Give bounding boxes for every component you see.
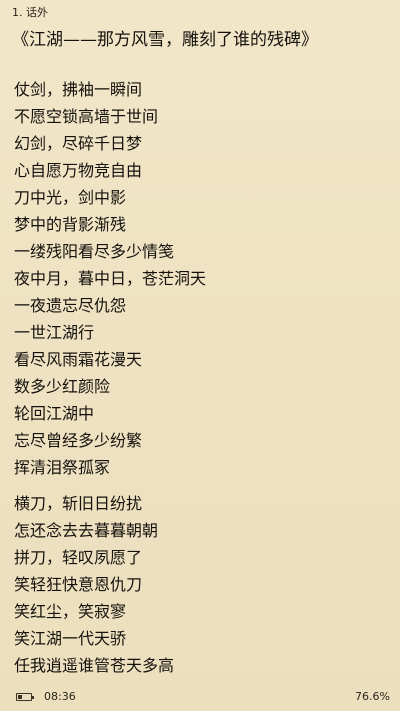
reading-progress: 76.6% xyxy=(355,690,390,703)
text-line: 笑轻狂快意恩仇刀 xyxy=(14,575,143,594)
reader-page[interactable]: 1. 话外 《江湖——那方风雪，雕刻了谁的残碑》 仗剑，拂袖一瞬间 不愿空锁高墙于… xyxy=(0,0,400,711)
text-line: 一世江湖行 xyxy=(14,323,95,342)
text-line: 仗剑，拂袖一瞬间 xyxy=(14,80,143,99)
text-line: 横刀，斩旧日纷扰 xyxy=(14,494,143,513)
text-line: 轮回江湖中 xyxy=(14,404,95,423)
text-line: 拼刀，轻叹夙愿了 xyxy=(14,548,143,567)
chapter-title: 《江湖——那方风雪，雕刻了谁的残碑》 xyxy=(12,30,318,50)
text-line: 一夜遗忘尽仇怨 xyxy=(14,296,127,315)
text-line: 不愿空锁高墙于世间 xyxy=(14,107,159,126)
text-body: 仗剑，拂袖一瞬间 不愿空锁高墙于世间 幻剑，尽碎千日梦 心自愿万物竞自由 刀中光，剑中影… xyxy=(14,76,206,679)
text-line: 心自愿万物竞自由 xyxy=(14,161,143,180)
battery-fill xyxy=(18,695,22,699)
text-line: 幻剑，尽碎千日梦 xyxy=(14,134,143,153)
text-line: 刀中光，剑中影 xyxy=(14,188,127,207)
text-line: 忘尽曾经多少纷繁 xyxy=(14,431,143,450)
text-line: 笑江湖一代天骄 xyxy=(14,629,127,648)
text-line: 挥清泪祭孤冢 xyxy=(14,458,111,477)
text-line: 一缕残阳看尽多少情笺 xyxy=(14,242,175,261)
text-line: 看尽风雨霜花漫天 xyxy=(14,350,143,369)
battery-icon xyxy=(16,693,34,701)
text-line: 夜中月，暮中日，苍茫洞天 xyxy=(14,269,207,288)
text-line: 梦中的背影渐残 xyxy=(14,215,127,234)
status-bar: 08:36 76.6% xyxy=(0,685,400,711)
text-line: 笑红尘，笑寂寥 xyxy=(14,602,127,621)
text-line: 怎还念去去暮暮朝朝 xyxy=(14,521,159,540)
text-line: 任我逍遥谁管苍天多高 xyxy=(14,656,175,675)
clock: 08:36 xyxy=(44,690,76,703)
chapter-header: 1. 话外 xyxy=(12,6,48,19)
text-line: 数多少红颜险 xyxy=(14,377,111,396)
